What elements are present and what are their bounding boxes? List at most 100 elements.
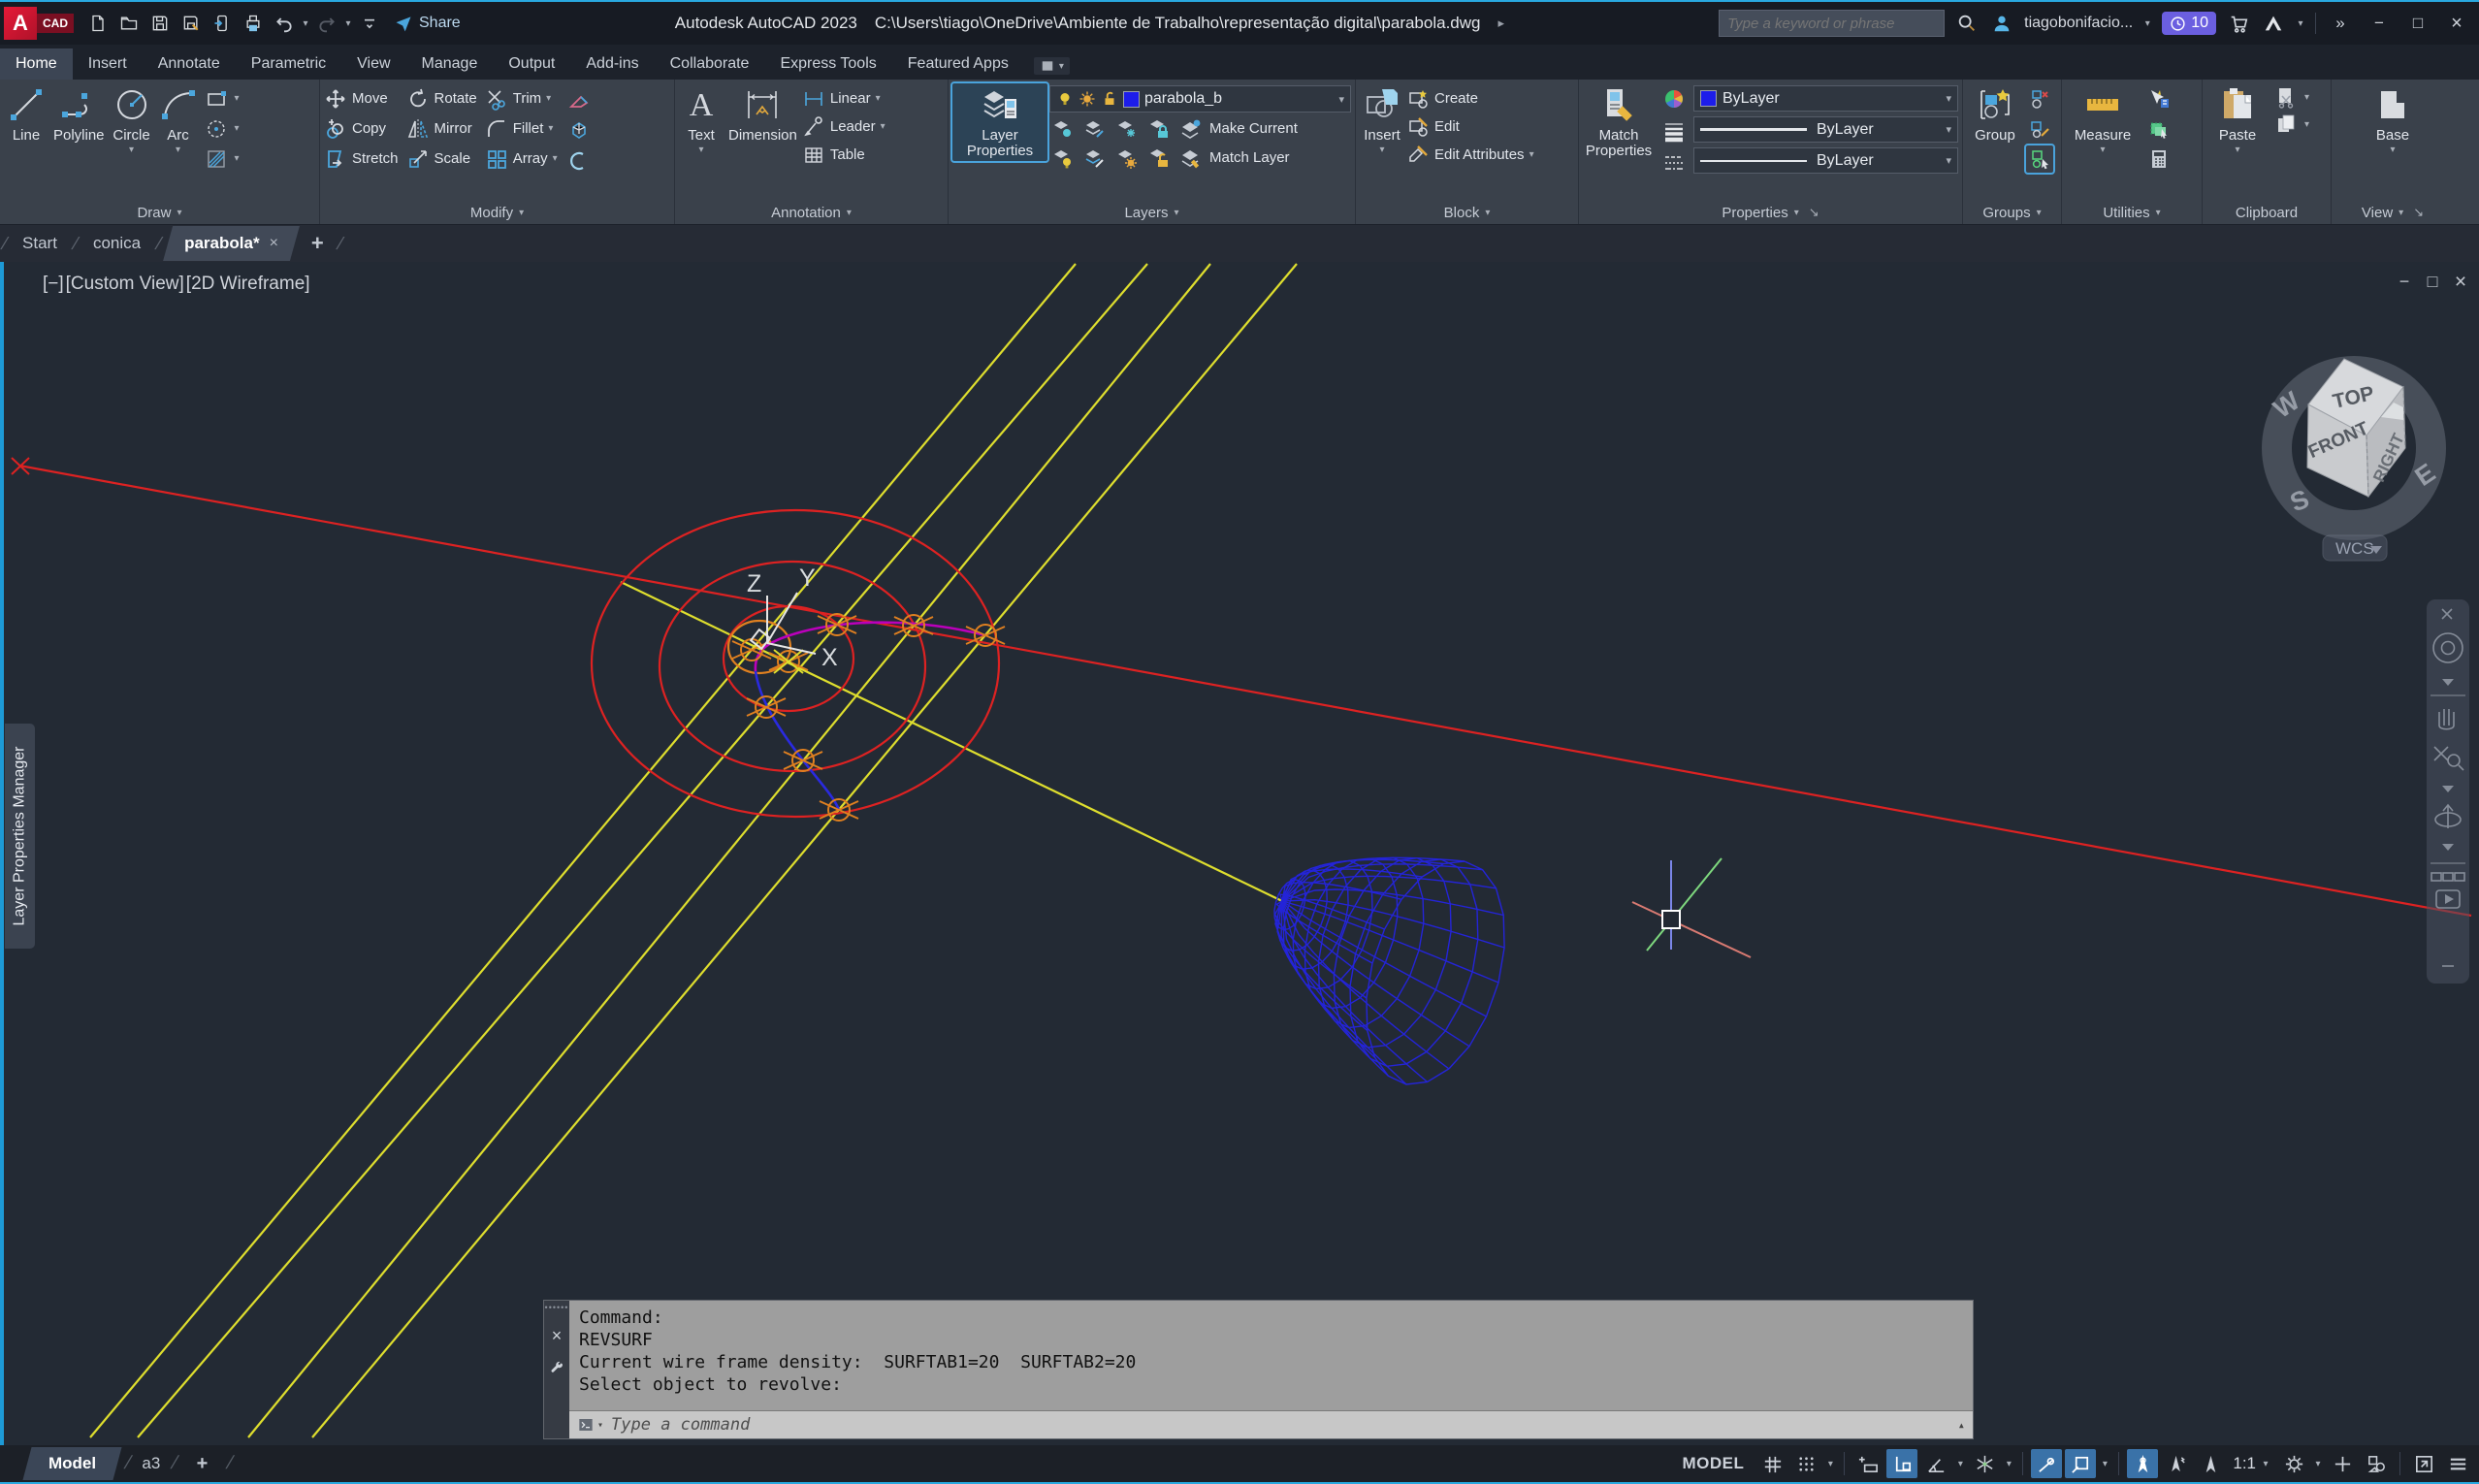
erase-button[interactable] bbox=[565, 85, 593, 113]
viewport-view-control[interactable]: [Custom View] bbox=[66, 274, 184, 295]
measure-button[interactable]: Measure ▾ bbox=[2066, 83, 2140, 157]
ribbon-tab-home[interactable]: Home bbox=[0, 48, 73, 80]
model-tab[interactable]: Model bbox=[22, 1447, 121, 1480]
ellipse-button[interactable] bbox=[203, 115, 230, 143]
ribbon-tab-insert[interactable]: Insert bbox=[73, 48, 143, 80]
dynamic-input-button[interactable] bbox=[1852, 1449, 1883, 1478]
layer-properties-manager-tab[interactable]: Layer Properties Manager bbox=[5, 724, 35, 949]
block-edit-button[interactable]: Edit bbox=[1406, 113, 1534, 140]
viewcube[interactable]: W S E TOP FRONT RIGHT WCS bbox=[2262, 356, 2446, 561]
text-button[interactable]: A Text ▾ bbox=[679, 83, 724, 157]
ungroup-button[interactable] bbox=[2026, 85, 2053, 113]
ribbon-tab-output[interactable]: Output bbox=[493, 48, 570, 80]
ortho-mode-button[interactable] bbox=[1886, 1449, 1917, 1478]
save-as-button[interactable] bbox=[177, 9, 206, 38]
open-from-web-button[interactable] bbox=[208, 9, 237, 38]
isolate-objects-button[interactable] bbox=[2361, 1449, 2392, 1478]
annotation-autoscale-button[interactable] bbox=[2161, 1449, 2192, 1478]
panel-title-annotation[interactable]: Annotation▾ bbox=[675, 201, 948, 224]
open-file-button[interactable] bbox=[114, 9, 144, 38]
panel-title-groups[interactable]: Groups▾ bbox=[1963, 201, 2061, 224]
annotation-scale-value[interactable]: 1:1▾ bbox=[2229, 1454, 2275, 1473]
layer-isolate-button[interactable] bbox=[1049, 115, 1077, 143]
panel-title-modify[interactable]: Modify▾ bbox=[320, 201, 674, 224]
viewport-window-controls[interactable]: − □ × bbox=[2399, 271, 2466, 293]
rectangle-button[interactable] bbox=[203, 85, 230, 113]
model-space-label[interactable]: MODEL bbox=[1682, 1454, 1744, 1473]
isodraft-caret[interactable]: ▾ bbox=[2003, 1459, 2014, 1469]
redo-dropdown-caret[interactable]: ▾ bbox=[343, 18, 353, 29]
ui-crosshair-button[interactable] bbox=[2327, 1449, 2358, 1478]
layer-match-button[interactable] bbox=[1081, 145, 1109, 172]
array-button[interactable]: Array▾ bbox=[485, 145, 558, 172]
command-close-icon[interactable]: × bbox=[552, 1326, 563, 1346]
viewport-visual-style-control[interactable]: [2D Wireframe] bbox=[186, 274, 310, 295]
group-edit-button[interactable] bbox=[2026, 115, 2053, 143]
ribbon-tab-manage[interactable]: Manage bbox=[406, 48, 494, 80]
undo-button[interactable] bbox=[270, 9, 299, 38]
circle-button[interactable]: Circle ▾ bbox=[110, 83, 154, 157]
rotate-button[interactable]: Rotate bbox=[406, 85, 477, 112]
lineweight-dropdown[interactable]: ByLayer▾ bbox=[1693, 116, 1958, 143]
layout-tab-a3[interactable]: a3 bbox=[138, 1454, 164, 1473]
autodesk-logo-icon[interactable] bbox=[2261, 11, 2286, 36]
paste-button[interactable]: Paste ▾ bbox=[2206, 83, 2269, 157]
isometric-drafting-button[interactable] bbox=[1969, 1449, 2000, 1478]
linetype-dropdown[interactable]: ByLayer▾ bbox=[1693, 147, 1958, 174]
file-tab-Start[interactable]: Start bbox=[9, 226, 71, 261]
block-create-button[interactable]: Create bbox=[1406, 85, 1534, 112]
viewport-minimize-control[interactable]: [−] bbox=[43, 274, 64, 295]
snap-caret[interactable]: ▾ bbox=[1824, 1459, 1836, 1469]
explode-button[interactable] bbox=[565, 116, 593, 144]
scale-button[interactable]: Scale bbox=[406, 145, 477, 172]
rectangle-caret[interactable]: ▾ bbox=[235, 93, 240, 104]
object-snap-tracking-button[interactable] bbox=[2031, 1449, 2062, 1478]
customize-wrench-icon[interactable] bbox=[549, 1360, 564, 1375]
cut-button[interactable] bbox=[2272, 83, 2300, 111]
layer-dropdown-caret[interactable]: ▾ bbox=[1338, 93, 1344, 106]
window-maximize-button[interactable]: □ bbox=[2403, 9, 2432, 38]
expand-toolbar-button[interactable]: » bbox=[2326, 9, 2355, 38]
undo-dropdown-caret[interactable]: ▾ bbox=[301, 18, 310, 29]
layer-properties-button[interactable]: Layer Properties bbox=[952, 83, 1047, 161]
hatch-button[interactable] bbox=[203, 145, 230, 173]
view-expander[interactable]: ↘ bbox=[2413, 205, 2424, 220]
username[interactable]: tiagobonifacio... bbox=[2024, 15, 2133, 32]
stretch-button[interactable]: Stretch bbox=[324, 145, 399, 172]
snap-toggle-button[interactable] bbox=[1790, 1449, 1821, 1478]
quick-select-button[interactable] bbox=[2145, 85, 2173, 113]
ribbon-display-toggle[interactable]: ▾ bbox=[1034, 57, 1070, 75]
window-minimize-button[interactable]: − bbox=[2365, 9, 2394, 38]
file-tab-parabola[interactable]: parabola*× bbox=[163, 226, 300, 261]
layer-unlock-all-button[interactable] bbox=[1145, 145, 1173, 172]
search-icon[interactable] bbox=[1954, 11, 1980, 36]
user-dropdown-caret[interactable]: ▾ bbox=[2142, 18, 2152, 29]
plot-button[interactable] bbox=[239, 9, 268, 38]
copy-clip-button[interactable] bbox=[2272, 111, 2300, 138]
file-tab-close-icon[interactable]: × bbox=[270, 235, 278, 252]
match-layer-button[interactable]: Match Layer bbox=[1209, 149, 1290, 166]
object-snap-button[interactable] bbox=[2065, 1449, 2096, 1478]
group-selection-toggle[interactable] bbox=[2026, 145, 2053, 173]
trim-button[interactable]: Trim▾ bbox=[485, 85, 558, 112]
fillet-button[interactable]: Fillet▾ bbox=[485, 115, 558, 142]
mirror-button[interactable]: Mirror bbox=[406, 115, 477, 142]
cart-icon[interactable] bbox=[2226, 11, 2251, 36]
make-current-button[interactable]: Make Current bbox=[1209, 120, 1298, 137]
copy-clip-caret[interactable]: ▾ bbox=[2304, 119, 2309, 130]
object-color-dropdown[interactable]: ByLayer▾ bbox=[1693, 85, 1958, 112]
leader-button[interactable]: Leader▾ bbox=[802, 113, 885, 140]
command-recent-caret[interactable]: ▾ bbox=[597, 1420, 603, 1431]
session-timer-badge[interactable]: 10 bbox=[2162, 12, 2216, 35]
line-button[interactable]: Line bbox=[4, 83, 48, 145]
layer-freeze-button[interactable] bbox=[1113, 115, 1141, 143]
annotation-visibility-button[interactable] bbox=[2127, 1449, 2158, 1478]
qat-customize-button[interactable] bbox=[355, 9, 384, 38]
autodesk-dropdown-caret[interactable]: ▾ bbox=[2296, 18, 2305, 29]
polar-tracking-button[interactable] bbox=[1920, 1449, 1951, 1478]
ribbon-tab-featured-apps[interactable]: Featured Apps bbox=[892, 48, 1024, 80]
new-drawing-tab-button[interactable]: + bbox=[300, 231, 336, 256]
copy-button[interactable]: Copy bbox=[324, 115, 399, 142]
drawing-area[interactable]: ZYX W S E TOP FRONT RIGHT WCS bbox=[0, 262, 2479, 1445]
window-close-button[interactable]: × bbox=[2442, 9, 2471, 38]
